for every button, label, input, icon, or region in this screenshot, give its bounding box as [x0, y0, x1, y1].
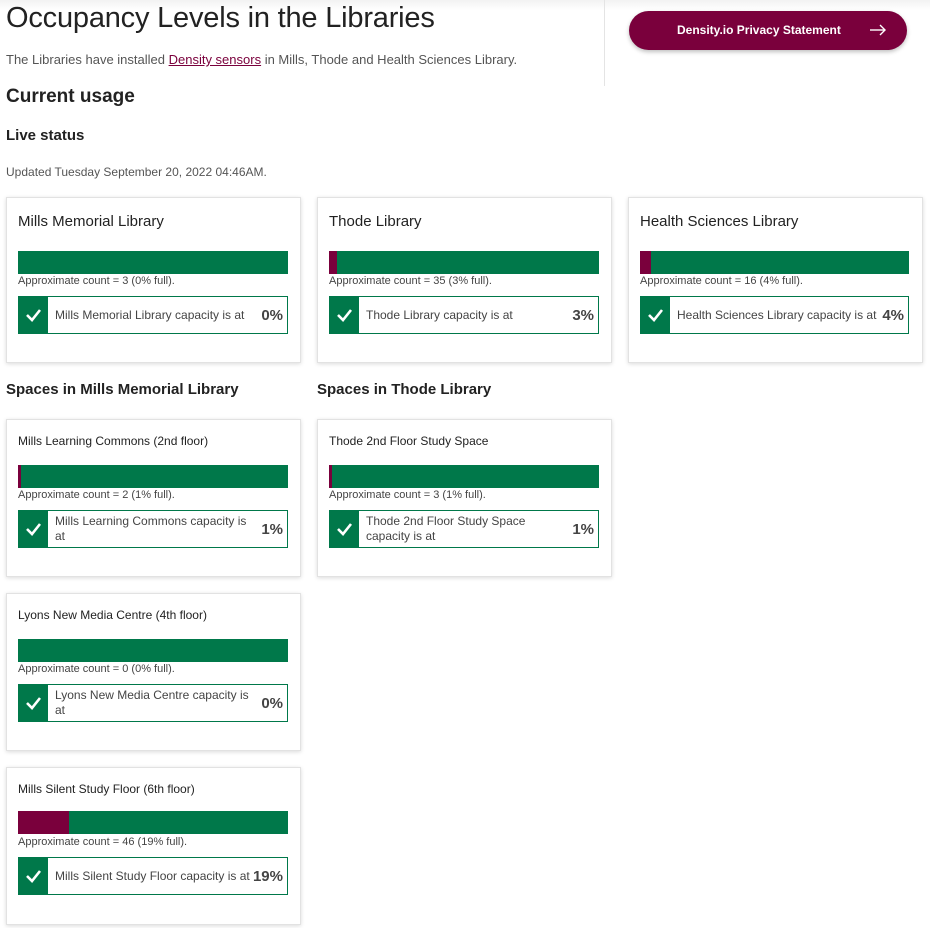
checkmark-icon — [648, 309, 664, 322]
current-usage-heading: Current usage — [6, 86, 135, 107]
capacity-status: Mills Memorial Library capacity is at 0% — [18, 296, 288, 334]
space-name: Mills Learning Commons (2nd floor) — [18, 434, 209, 448]
approximate-count: Approximate count = 2 (1% full). — [18, 489, 175, 501]
arrow-right-icon — [870, 24, 886, 36]
status-check — [19, 858, 48, 894]
capacity-status: Thode 2nd Floor Study Space capacity is … — [329, 510, 599, 548]
occupancy-bar — [329, 465, 599, 488]
space-card-lyons-new-media-centre: Lyons New Media Centre (4th floor) Appro… — [6, 593, 301, 751]
capacity-status-text: Health Sciences Library capacity is at — [677, 307, 877, 322]
privacy-statement-button[interactable]: Density.io Privacy Statement — [629, 11, 907, 50]
header-divider — [604, 0, 605, 86]
live-status-heading: Live status — [6, 127, 85, 144]
capacity-percent: 1% — [261, 520, 283, 538]
intro-before: The Libraries have installed — [6, 52, 169, 67]
library-name: Thode Library — [329, 213, 422, 230]
approximate-count: Approximate count = 16 (4% full). — [640, 275, 803, 287]
checkmark-icon — [26, 309, 42, 322]
capacity-percent: 3% — [572, 306, 594, 324]
capacity-status-text: Mills Memorial Library capacity is at — [55, 307, 245, 322]
approximate-count: Approximate count = 46 (19% full). — [18, 836, 188, 848]
intro-after: in Mills, Thode and Health Sciences Libr… — [261, 52, 518, 67]
intro-text: The Libraries have installed Density sen… — [6, 52, 517, 67]
checkmark-icon — [337, 309, 353, 322]
checkmark-icon — [26, 870, 42, 883]
library-card-thode: Thode Library Approximate count = 35 (3%… — [317, 197, 612, 363]
capacity-percent: 1% — [572, 520, 594, 538]
status-check — [330, 297, 359, 333]
occupancy-bar-fill — [329, 465, 332, 488]
capacity-status: Health Sciences Library capacity is at 4% — [640, 296, 909, 334]
capacity-status-text: Mills Learning Commons capacity is at — [55, 514, 247, 543]
space-card-mills-learning-commons: Mills Learning Commons (2nd floor) Appro… — [6, 419, 301, 577]
capacity-status-text: Thode 2nd Floor Study Space capacity is … — [366, 514, 526, 543]
approximate-count: Approximate count = 35 (3% full). — [329, 275, 492, 287]
library-card-health-sciences: Health Sciences Library Approximate coun… — [628, 197, 923, 363]
occupancy-bar-fill — [329, 251, 338, 274]
space-card-mills-silent-study-floor: Mills Silent Study Floor (6th floor) App… — [6, 767, 301, 925]
updated-timestamp: Updated Tuesday September 20, 2022 04:46… — [6, 165, 267, 179]
occupancy-bar — [18, 639, 288, 662]
approximate-count: Approximate count = 0 (0% full). — [18, 663, 175, 675]
occupancy-bar-fill — [18, 465, 21, 488]
capacity-status-text: Mills Silent Study Floor capacity is at — [55, 868, 250, 883]
capacity-status-text: Thode Library capacity is at — [366, 307, 513, 322]
density-sensors-link[interactable]: Density sensors — [169, 52, 261, 67]
privacy-statement-label: Density.io Privacy Statement — [677, 23, 841, 37]
library-name: Mills Memorial Library — [18, 213, 164, 230]
approximate-count: Approximate count = 3 (0% full). — [18, 275, 175, 287]
occupancy-bar-fill — [18, 811, 70, 834]
status-check — [19, 685, 48, 721]
page-title: Occupancy Levels in the Libraries — [6, 2, 435, 34]
capacity-percent: 0% — [261, 306, 283, 324]
capacity-status: Mills Silent Study Floor capacity is at 1… — [18, 857, 288, 895]
status-check — [641, 297, 670, 333]
capacity-status: Lyons New Media Centre capacity is at 0% — [18, 684, 288, 722]
checkmark-icon — [26, 697, 42, 710]
library-name: Health Sciences Library — [640, 213, 799, 230]
occupancy-bar — [18, 811, 288, 834]
occupancy-bar-fill — [640, 251, 651, 274]
checkmark-icon — [26, 523, 42, 536]
capacity-percent: 0% — [261, 694, 283, 712]
capacity-status: Thode Library capacity is at 3% — [329, 296, 599, 334]
occupancy-bar — [18, 251, 288, 274]
capacity-status: Mills Learning Commons capacity is at 1% — [18, 510, 288, 548]
status-check — [19, 297, 48, 333]
space-card-thode-2nd-floor-study-space: Thode 2nd Floor Study Space Approximate … — [317, 419, 612, 577]
capacity-status-text: Lyons New Media Centre capacity is at — [55, 688, 249, 717]
library-card-mills: Mills Memorial Library Approximate count… — [6, 197, 301, 363]
approximate-count: Approximate count = 3 (1% full). — [329, 489, 486, 501]
occupancy-bar — [640, 251, 909, 274]
space-name: Lyons New Media Centre (4th floor) — [18, 608, 207, 622]
checkmark-icon — [337, 523, 353, 536]
space-name: Thode 2nd Floor Study Space — [329, 434, 489, 448]
mills-spaces-heading: Spaces in Mills Memorial Library — [6, 381, 239, 398]
thode-spaces-heading: Spaces in Thode Library — [317, 381, 492, 398]
occupancy-bar — [18, 465, 288, 488]
status-check — [19, 511, 48, 547]
capacity-percent: 4% — [882, 306, 904, 324]
capacity-percent: 19% — [252, 867, 283, 885]
status-check — [330, 511, 359, 547]
occupancy-bar — [329, 251, 599, 274]
space-name: Mills Silent Study Floor (6th floor) — [18, 782, 195, 796]
